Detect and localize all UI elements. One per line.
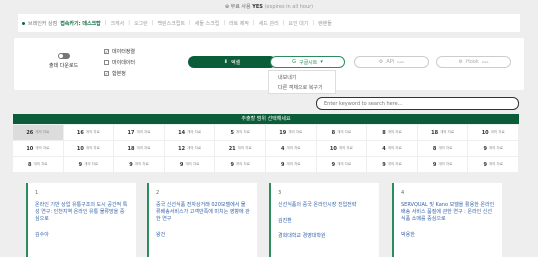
link-icon: ⚙	[378, 59, 384, 65]
card-number: 1	[35, 190, 39, 196]
range-cell[interactable]: 9 개의 자료	[114, 157, 165, 173]
result-card[interactable]: 2 중국 신선식품 전자상거래 020모델에서 물류배송서비스가 고객만족에 미…	[147, 183, 257, 257]
card-title[interactable]: 온라인 기반 상업 유통구조의 도시 공간적 특성 연구: 인천지역 온라인 유…	[35, 202, 129, 223]
range-cell[interactable]: 18 개의 자료	[417, 125, 469, 141]
result-cards: 1 온라인 기반 상업 유통구조의 도시 공간적 특성 연구: 인천지역 온라인…	[18, 183, 520, 257]
result-card[interactable]: 4 SERVQUAL 및 Kano 모델을 활용한 온라인 배송 서비스 품질에…	[392, 183, 502, 257]
range-cell[interactable]: 18 개의 자료	[114, 141, 165, 157]
range-cell[interactable]: 4 개의 자료	[367, 141, 418, 157]
card-author[interactable]: 김진환	[278, 217, 372, 224]
card-number: 2	[156, 190, 160, 196]
range-cell[interactable]: 9 개의 자료	[316, 157, 368, 173]
card-title[interactable]: SERVQUAL 및 Kano 모델을 활용한 온라인 배송 서비스 품질에 관…	[401, 202, 495, 223]
api-button[interactable]: ⚙ API beta	[354, 56, 429, 68]
infobar-item[interactable]: 랜랜들	[318, 20, 332, 27]
search-input[interactable]	[316, 97, 519, 110]
range-cell[interactable]: 19 개의 자료	[265, 125, 317, 141]
range-cell[interactable]: 9 개의 자료	[63, 157, 115, 173]
excel-export-button[interactable]: ⬇ 엑셀	[188, 56, 276, 68]
card-author[interactable]: 박용한	[401, 231, 495, 238]
info-bar: 브레인커 상점 접속카기: 데스크탑 | 크게서 | 오그런 | 백린스크립트 | 새들…	[18, 14, 520, 32]
range-cell[interactable]: 10 개의 자료	[13, 141, 64, 157]
infobar-item[interactable]: 새드 관리	[259, 20, 279, 27]
card-title[interactable]: 중국 신선식품 전자상거래 020모델에서 물류배송서비스가 고객만족에 미치는…	[156, 202, 250, 223]
info-icon: ⊕	[224, 4, 230, 10]
range-cell[interactable]: 10 개의 자료	[468, 125, 519, 141]
card-organization[interactable]: 경희대학교 경영대학원	[278, 232, 372, 239]
range-cell[interactable]: 8 개의 자료	[316, 125, 368, 141]
infobar-item[interactable]: 라토 제작	[229, 20, 249, 27]
card-title[interactable]: 신선식품의 중국 온라인시장 진입전략	[278, 202, 372, 209]
card-number: 4	[401, 190, 405, 196]
range-cell[interactable]: 21 개의 자료	[215, 141, 266, 157]
range-grid: 26 개의 자료 16 개의 자료 17 개의 자료 14 개의 자료 5 개의 자료 1…	[13, 125, 519, 173]
card-author[interactable]: 왕건	[156, 231, 250, 238]
range-cell[interactable]: 17 개의 자료	[114, 125, 165, 141]
range-cell[interactable]: 14 개의 자료	[164, 125, 216, 141]
range-cell[interactable]: 8 개의 자료	[417, 141, 469, 157]
range-cell[interactable]: 8 개의 자료	[367, 125, 418, 141]
checkbox[interactable]: ✓	[104, 71, 109, 76]
range-cell[interactable]: 5 개의 자료	[215, 125, 266, 141]
result-card[interactable]: 3 신선식품의 중국 온라인시장 진입전략 김진환 경희대학교 경영대학원	[269, 183, 379, 257]
download-icon: ⬇	[223, 59, 228, 65]
range-cell[interactable]: 9 개의 자료	[164, 157, 216, 173]
result-card[interactable]: 1 온라인 기반 상업 유통구조의 도시 공간적 특성 연구: 인천지역 온라인…	[26, 183, 136, 257]
chevron-down-icon: ▾	[320, 59, 323, 65]
infobar-item[interactable]: 새들 스크립	[195, 20, 220, 27]
card-author[interactable]: 김수아	[35, 231, 129, 238]
infobar-item[interactable]: 오그런	[134, 20, 148, 27]
checkbox-mydata[interactable]: 마이데이터	[104, 58, 135, 69]
option-checkboxes: ✓ 데이터정렬 마이데이터 ✓ 합본정	[104, 47, 135, 80]
infobar-item[interactable]: 크게서	[110, 20, 124, 27]
range-cell[interactable]: 9 개의 자료	[367, 157, 418, 173]
current-device: 접속카기: 데스크탑	[60, 20, 101, 27]
range-cell[interactable]: 9 개의 자료	[468, 141, 519, 157]
google-sheet-dropdown: 내보내기 다른 객체으로 복구기	[268, 70, 336, 94]
google-sheet-button[interactable]: G 구글시트 ▾	[270, 56, 345, 68]
range-grid-header: 추출할 범위 선택해세요	[13, 114, 519, 124]
card-number: 3	[278, 190, 282, 196]
checkbox-merge[interactable]: ✓ 합본정	[104, 69, 135, 80]
range-cell[interactable]: 26 개의 자료	[13, 125, 64, 141]
free-usage-notice: ⊕ 무료 사용 YES (expires in all hour)	[224, 4, 314, 10]
checkbox[interactable]	[104, 60, 109, 65]
range-cell[interactable]: 9 개의 자료	[468, 157, 519, 173]
hook-button[interactable]: ⚙ Hook beta	[436, 56, 511, 68]
range-cell[interactable]: 10 개의 자료	[316, 141, 368, 157]
checkbox-sort[interactable]: ✓ 데이터정렬	[104, 47, 135, 58]
dropdown-item-export[interactable]: 내보내기	[278, 73, 326, 83]
status-dot-icon	[22, 21, 25, 25]
range-cell[interactable]: 9 개의 자료	[215, 157, 266, 173]
download-toggle[interactable]: 출데 다운로드	[49, 53, 78, 69]
range-cell[interactable]: 4 개의 자료	[265, 141, 317, 157]
toggle-switch[interactable]	[57, 53, 70, 59]
infobar-item[interactable]: 요인 대기	[288, 20, 308, 27]
hook-icon: ⚙	[458, 59, 463, 65]
range-cell[interactable]: 9 개의 자료	[417, 157, 469, 173]
range-cell[interactable]: 12 개의 자료	[164, 141, 216, 157]
range-cell[interactable]: 8 개의 자료	[13, 157, 64, 173]
infobar-item[interactable]: 백린스크립트	[157, 20, 185, 27]
google-icon: G	[292, 59, 296, 65]
dropdown-item-restore[interactable]: 다른 객체으로 복구기	[278, 83, 326, 93]
range-cell[interactable]: 16 개의 자료	[63, 125, 115, 141]
range-cell[interactable]: 9 개의 자료	[265, 157, 317, 173]
range-cell[interactable]: 10 개의 자료	[63, 141, 115, 157]
checkbox[interactable]: ✓	[104, 49, 109, 54]
